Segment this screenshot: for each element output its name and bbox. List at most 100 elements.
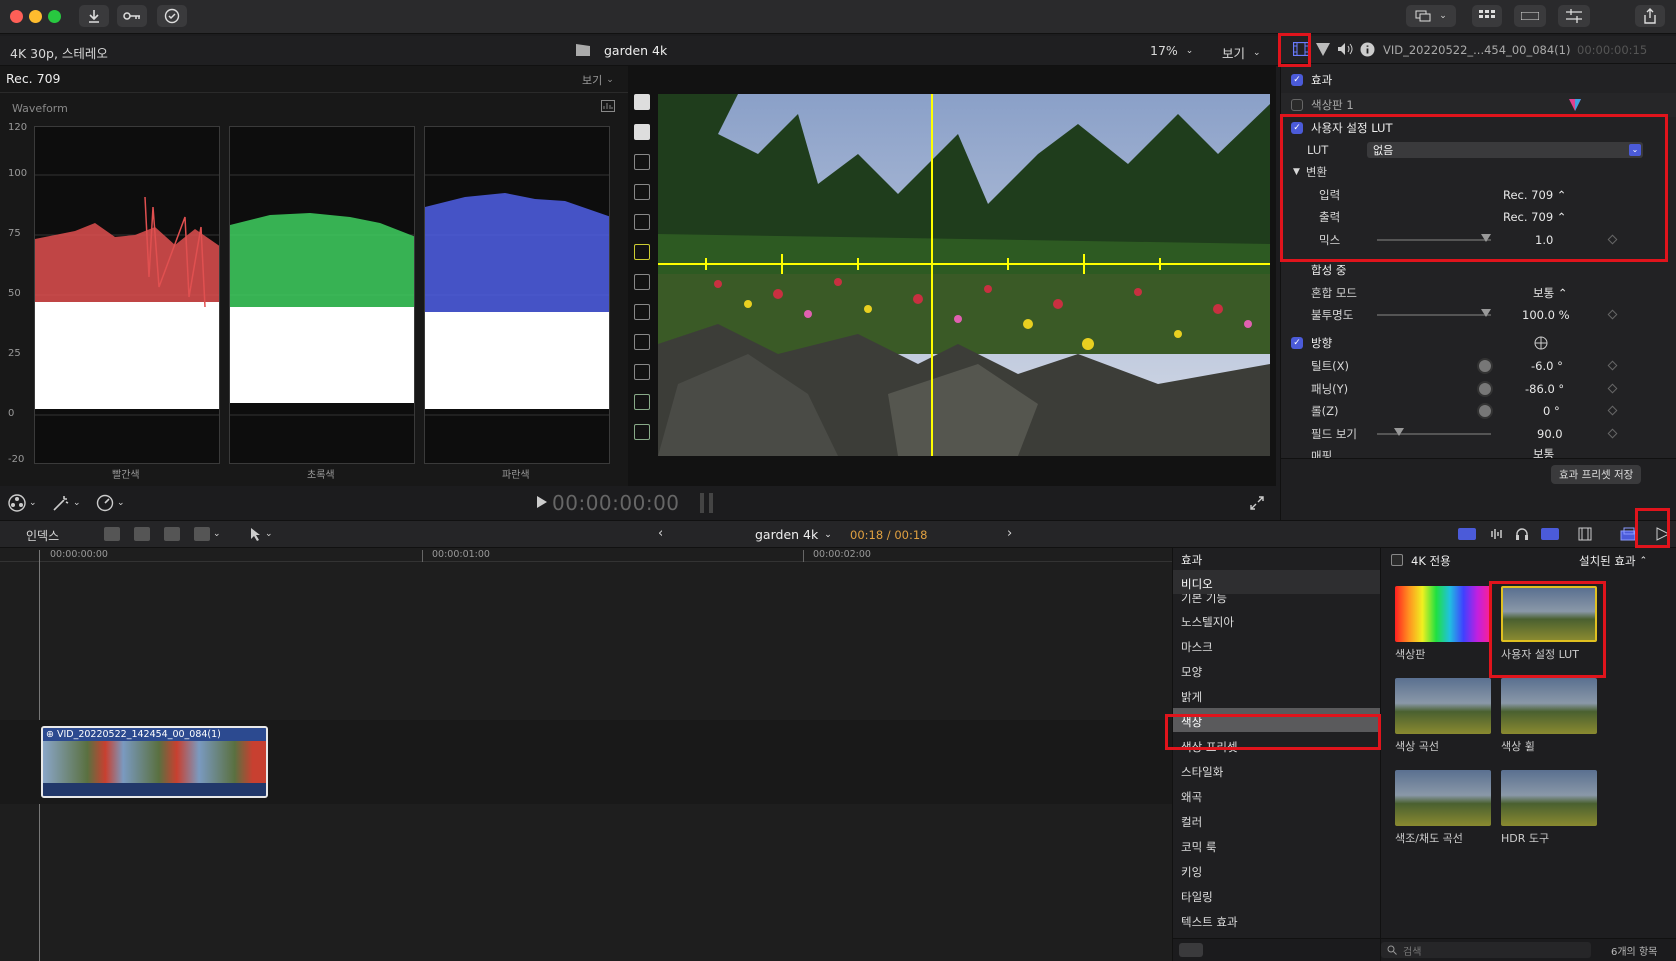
category-tiling[interactable]: 타일링 xyxy=(1181,889,1213,905)
fov-keyframe-button[interactable] xyxy=(1607,428,1618,439)
tool-icon[interactable] xyxy=(634,394,650,410)
share-icon[interactable] xyxy=(1635,5,1665,27)
color-wheel-icon[interactable]: ⌄ xyxy=(8,494,37,512)
mix-slider-handle[interactable] xyxy=(1481,234,1491,242)
save-effects-preset-button[interactable]: 효과 프리셋 저장 xyxy=(1551,465,1642,484)
tool-icon[interactable] xyxy=(634,334,650,350)
orientation-checkbox[interactable]: ✓ xyxy=(1291,337,1303,349)
effect-color-curves[interactable] xyxy=(1395,678,1491,734)
4k-only-checkbox[interactable] xyxy=(1391,554,1403,566)
pan-keyframe-button[interactable] xyxy=(1607,383,1618,394)
enhance-icon[interactable]: ⌄ xyxy=(52,494,81,512)
viewer-options-icon[interactable]: ⌄ xyxy=(1406,5,1456,27)
roll-dial[interactable] xyxy=(1477,403,1493,419)
opacity-slider-handle[interactable] xyxy=(1481,309,1491,317)
output-colorspace-popup[interactable]: Rec. 709 ⌃ xyxy=(1503,210,1566,224)
timeline[interactable]: 00:00:00:00 00:00:01:00 00:00:02:00 ⊕ VI… xyxy=(0,548,1172,961)
color-board-effect[interactable]: 색상판 1 xyxy=(1281,93,1676,117)
effect-color-wheels[interactable] xyxy=(1501,678,1597,734)
connect-clip-icon[interactable] xyxy=(104,527,120,541)
mapping-popup[interactable]: 보통 xyxy=(1533,446,1554,458)
tilt-value[interactable]: -6.0 ° xyxy=(1531,359,1563,373)
fov-slider-handle[interactable] xyxy=(1394,428,1404,436)
append-clip-icon[interactable] xyxy=(164,527,180,541)
tool-icon[interactable] xyxy=(634,214,650,230)
timeline-icon[interactable] xyxy=(1514,5,1546,27)
effect-color-board[interactable] xyxy=(1395,586,1491,642)
mix-value[interactable]: 1.0 xyxy=(1535,233,1553,247)
video-frame[interactable] xyxy=(658,94,1270,456)
category-keying[interactable]: 키잉 xyxy=(1181,864,1202,880)
category-video[interactable]: 비디오 xyxy=(1173,570,1381,594)
previous-project-button[interactable]: ‹ xyxy=(658,526,663,541)
next-project-button[interactable]: › xyxy=(1007,526,1012,541)
color-board-checkbox[interactable] xyxy=(1291,99,1303,111)
category-color[interactable]: 색상 xyxy=(1173,708,1381,732)
effects-browser-icon[interactable] xyxy=(1620,527,1636,541)
category-colour[interactable]: 컬러 xyxy=(1181,814,1202,830)
orientation-control-icon[interactable] xyxy=(1534,336,1548,350)
fov-value[interactable]: 90.0 xyxy=(1537,427,1563,441)
effect-custom-lut[interactable] xyxy=(1501,586,1597,642)
custom-lut-checkbox[interactable]: ✓ xyxy=(1291,122,1303,134)
opacity-keyframe-button[interactable] xyxy=(1607,309,1618,320)
category-nostalgia[interactable]: 노스텔지아 xyxy=(1181,614,1234,630)
installed-effects-popup[interactable]: 설치된 효과 ⌃ xyxy=(1579,553,1647,569)
skimming-icon[interactable] xyxy=(1541,528,1559,540)
mix-keyframe-button[interactable] xyxy=(1607,234,1618,245)
tilt-keyframe-button[interactable] xyxy=(1607,360,1618,371)
lut-select[interactable]: 없음 ⌄ xyxy=(1367,142,1643,158)
category-comic-looks[interactable]: 코믹 룩 xyxy=(1181,839,1216,855)
background-tasks-icon[interactable] xyxy=(157,5,187,27)
tool-icon[interactable] xyxy=(634,124,650,140)
tool-icon[interactable] xyxy=(634,244,650,260)
tilt-dial[interactable] xyxy=(1477,358,1493,374)
timeline-project-dropdown[interactable]: garden 4k ⌄ xyxy=(755,527,832,542)
transitions-browser-icon[interactable] xyxy=(1656,527,1670,541)
opacity-value[interactable]: 100.0 % xyxy=(1522,308,1570,322)
tool-icon[interactable] xyxy=(634,304,650,320)
pan-value[interactable]: -86.0 ° xyxy=(1525,382,1564,396)
timeline-ruler[interactable]: 00:00:00:00 00:00:01:00 00:00:02:00 xyxy=(0,548,1172,562)
inspector-icon[interactable] xyxy=(1558,5,1590,27)
sidebar-toggle-icon[interactable] xyxy=(1179,943,1203,957)
effect-hdr-tools[interactable] xyxy=(1501,770,1597,826)
grid-icon[interactable] xyxy=(1472,5,1502,27)
audio-waveform-icon[interactable] xyxy=(1488,528,1504,540)
category-stylize[interactable]: 스타일화 xyxy=(1181,764,1223,780)
category-masks[interactable]: 마스크 xyxy=(1181,639,1213,655)
tool-icon[interactable] xyxy=(634,184,650,200)
play-icon[interactable] xyxy=(537,496,547,508)
category-shapes[interactable]: 모양 xyxy=(1181,664,1202,680)
tool-icon[interactable] xyxy=(634,424,650,440)
category-light[interactable]: 밝게 xyxy=(1181,689,1202,705)
minimize-window-button[interactable] xyxy=(29,10,42,23)
zoom-window-button[interactable] xyxy=(48,10,61,23)
film-strip-icon[interactable] xyxy=(1578,527,1592,541)
select-tool-icon[interactable]: ⌄ xyxy=(250,527,273,541)
video-inspector-tab-icon[interactable] xyxy=(1293,42,1309,56)
index-button[interactable]: 인덱스 xyxy=(26,527,59,544)
effects-checkbox[interactable]: ✓ xyxy=(1291,74,1303,86)
headphones-icon[interactable] xyxy=(1515,527,1529,541)
category-text-effects[interactable]: 텍스트 효과 xyxy=(1181,914,1238,930)
pan-dial[interactable] xyxy=(1477,381,1493,397)
import-icon[interactable] xyxy=(79,5,109,27)
tool-icon[interactable] xyxy=(634,274,650,290)
scope-view-dropdown[interactable]: 보기 ⌄ xyxy=(582,72,614,88)
effects-search-field[interactable]: 검색 xyxy=(1381,942,1591,958)
tool-icon[interactable] xyxy=(634,94,650,110)
category-basics[interactable]: 기본 기능 xyxy=(1181,594,1227,606)
insert-clip-icon[interactable] xyxy=(134,527,150,541)
input-colorspace-popup[interactable]: Rec. 709 ⌃ xyxy=(1503,188,1566,202)
color-board-icon[interactable] xyxy=(1569,99,1581,111)
audio-inspector-tab-icon[interactable] xyxy=(1337,42,1353,56)
fullscreen-icon[interactable] xyxy=(1250,496,1264,510)
close-window-button[interactable] xyxy=(10,10,23,23)
effect-hue-saturation-curves[interactable] xyxy=(1395,770,1491,826)
tool-icon[interactable] xyxy=(634,154,650,170)
keywords-icon[interactable] xyxy=(117,5,147,27)
view-dropdown[interactable]: 보기 ⌄ xyxy=(1222,43,1261,62)
transform-disclosure[interactable]: ▼ 변환 xyxy=(1281,160,1676,184)
roll-value[interactable]: 0 ° xyxy=(1543,404,1560,418)
